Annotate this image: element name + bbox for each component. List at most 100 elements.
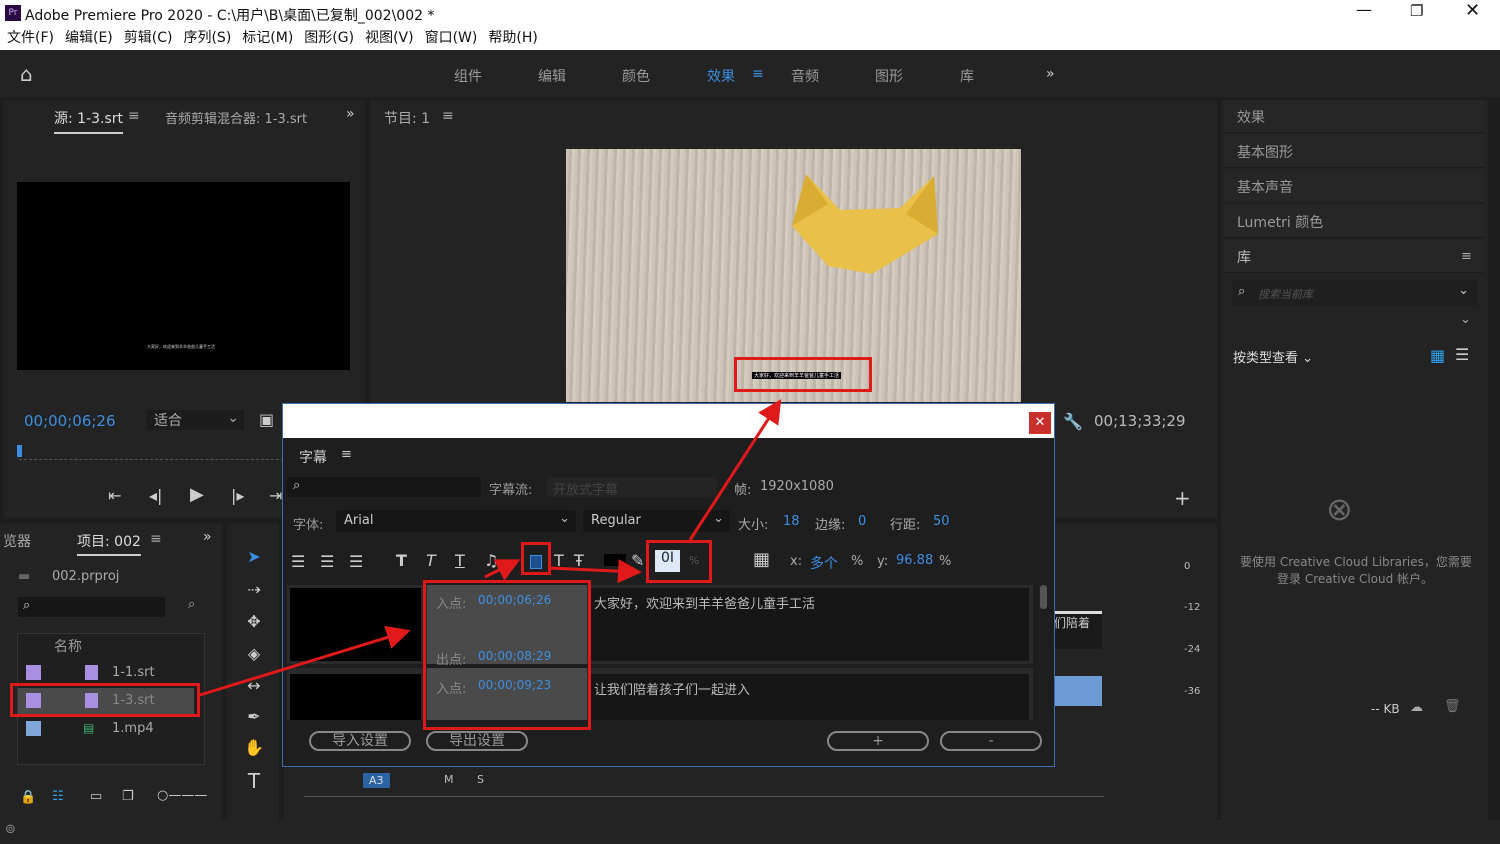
fit-dropdown[interactable]: 适合 ⌄: [146, 410, 244, 430]
chevron-down-icon[interactable]: ⌄: [1460, 312, 1471, 327]
workspace-graphics[interactable]: 图形: [875, 66, 903, 86]
ripple-edit-tool-icon[interactable]: ✥: [243, 612, 265, 631]
view-by-type-dropdown[interactable]: 按类型查看 ⌄: [1233, 347, 1313, 366]
menu-clip[interactable]: 剪辑(C): [124, 30, 173, 46]
step-back-icon[interactable]: ◂|: [149, 486, 162, 505]
workspace-audio[interactable]: 音频: [791, 66, 819, 86]
find-icon[interactable]: ⌕: [188, 597, 195, 612]
close-button[interactable]: ✕: [1465, 0, 1480, 21]
tab-program[interactable]: 节目: 1: [384, 108, 430, 128]
panel-essential-graphics[interactable]: 基本图形: [1224, 135, 1484, 168]
x-value[interactable]: 多个: [810, 553, 838, 573]
menu-file[interactable]: 文件(F): [7, 30, 54, 46]
more-tabs-icon[interactable]: »: [346, 106, 355, 122]
project-search[interactable]: ⌕: [18, 597, 165, 617]
caption-row[interactable]: 入点: 00;00;06;26 出点: 00;00;08;29 大家好，欢迎来到…: [287, 585, 1033, 668]
outline-text-icon[interactable]: Ŧ: [574, 551, 584, 570]
caption-search[interactable]: ⌕: [287, 477, 481, 497]
solo-button[interactable]: S: [477, 773, 484, 786]
list-view-icon[interactable]: ☷: [52, 789, 64, 804]
tab-audio-mixer[interactable]: 音频剪辑混合器: 1-3.srt: [165, 108, 307, 127]
music-note-icon[interactable]: ♫: [484, 551, 498, 570]
settings-icon[interactable]: ▣: [259, 410, 274, 429]
go-to-out-icon[interactable]: ⇥: [269, 486, 282, 505]
list-item[interactable]: ▤ 1.mp4: [18, 716, 204, 743]
type-tool-icon[interactable]: T: [243, 769, 265, 793]
menu-graphics[interactable]: 图形(G): [304, 30, 354, 46]
panel-libraries[interactable]: 库: [1224, 240, 1484, 273]
caption-text[interactable]: 让我们陪着孩子们一起进入: [589, 674, 1029, 720]
menu-view[interactable]: 视图(V): [365, 30, 414, 46]
more-workspaces-icon[interactable]: »: [1046, 66, 1055, 82]
text-color-icon[interactable]: T: [554, 551, 564, 570]
wrench-icon[interactable]: 🔧: [1063, 412, 1083, 431]
import-settings-button[interactable]: 导入设置: [309, 731, 411, 751]
razor-tool-icon[interactable]: ◈: [243, 644, 265, 663]
cloud-sync-icon[interactable]: ☁: [1410, 700, 1423, 715]
source-ruler[interactable]: [19, 452, 289, 460]
scrollbar[interactable]: [1040, 585, 1047, 609]
source-menu-icon[interactable]: ≡: [128, 108, 140, 124]
hand-tool-icon[interactable]: ✋: [243, 738, 265, 757]
track-a3[interactable]: A3: [363, 773, 390, 788]
dialog-title-bar[interactable]: ✕: [283, 404, 1054, 438]
add-caption-button[interactable]: +: [827, 731, 929, 751]
restore-button[interactable]: ❐: [1410, 2, 1423, 20]
grid-view-icon[interactable]: ▦: [1430, 346, 1445, 365]
more-tabs-icon[interactable]: »: [203, 529, 212, 545]
project-menu-icon[interactable]: ≡: [150, 531, 162, 547]
icon-view-icon[interactable]: ▭: [90, 789, 102, 804]
step-forward-icon[interactable]: |▸: [231, 486, 244, 505]
workspace-effects[interactable]: 效果: [707, 66, 735, 86]
tab-media-browser[interactable]: 览器: [3, 531, 31, 551]
tab-source[interactable]: 源: 1-3.srt: [54, 108, 124, 134]
freeform-view-icon[interactable]: ❐: [122, 789, 134, 804]
edge-value[interactable]: 0: [858, 514, 866, 529]
italic-icon[interactable]: T: [426, 551, 436, 570]
selection-tool-icon[interactable]: ➤: [243, 547, 265, 566]
library-search[interactable]: ⌕ 搜索当前库 ⌄: [1232, 280, 1477, 306]
panel-lumetri-color[interactable]: Lumetri 颜色: [1224, 205, 1484, 238]
caption-text[interactable]: 大家好，欢迎来到羊羊爸爸儿童手工活: [589, 588, 1029, 661]
pen-tool-icon[interactable]: ✒: [243, 707, 265, 726]
playhead[interactable]: [17, 445, 22, 457]
leading-value[interactable]: 50: [933, 514, 950, 529]
caption-row[interactable]: 入点: 00;00;09;23 让我们陪着孩子们一起进入: [287, 668, 1033, 720]
workspace-libraries[interactable]: 库: [960, 66, 974, 86]
menu-marker[interactable]: 标记(M): [242, 30, 293, 46]
libraries-menu-icon[interactable]: ≡: [1461, 249, 1472, 264]
size-value[interactable]: 18: [783, 514, 800, 529]
column-name[interactable]: 名称: [54, 636, 82, 656]
bold-icon[interactable]: T: [396, 551, 407, 570]
close-icon[interactable]: ✕: [1029, 412, 1051, 434]
add-button-icon[interactable]: +: [1174, 486, 1191, 510]
minimize-button[interactable]: —: [1356, 0, 1372, 19]
program-menu-icon[interactable]: ≡: [442, 108, 454, 124]
menu-sequence[interactable]: 序列(S): [183, 30, 231, 46]
style-dropdown[interactable]: Regular ⌄: [583, 510, 730, 532]
audio-clip[interactable]: [1054, 676, 1102, 706]
timeline-clip[interactable]: 们陪着: [1054, 611, 1102, 649]
stream-dropdown[interactable]: 开放式字幕: [547, 477, 717, 498]
captions-menu-icon[interactable]: ≡: [341, 447, 352, 462]
panel-effects[interactable]: 效果: [1224, 100, 1484, 133]
font-dropdown[interactable]: Arial ⌄: [336, 510, 576, 532]
workspace-menu-icon[interactable]: ≡: [752, 66, 764, 82]
remove-caption-button[interactable]: -: [940, 731, 1042, 751]
align-right-icon[interactable]: ☰: [349, 552, 363, 571]
align-center-icon[interactable]: ☰: [320, 552, 334, 571]
menu-edit[interactable]: 编辑(E): [65, 30, 113, 46]
workspace-color[interactable]: 颜色: [622, 66, 650, 86]
zoom-slider[interactable]: ○———: [157, 788, 207, 803]
panel-essential-sound[interactable]: 基本声音: [1224, 170, 1484, 203]
list-view-icon[interactable]: ☰: [1455, 345, 1469, 364]
slip-tool-icon[interactable]: ↔: [243, 676, 265, 695]
tab-project[interactable]: 项目: 002: [77, 531, 141, 556]
source-timecode[interactable]: 00;00;06;26: [24, 412, 116, 430]
color-swatch[interactable]: [604, 554, 626, 566]
chevron-down-icon[interactable]: ⌄: [1458, 283, 1469, 298]
trash-icon[interactable]: 🗑: [1444, 699, 1461, 714]
workspace-assembly[interactable]: 组件: [454, 66, 482, 86]
position-grid-icon[interactable]: ▦: [753, 549, 770, 570]
timeline-scrollbar[interactable]: [304, 796, 1104, 797]
